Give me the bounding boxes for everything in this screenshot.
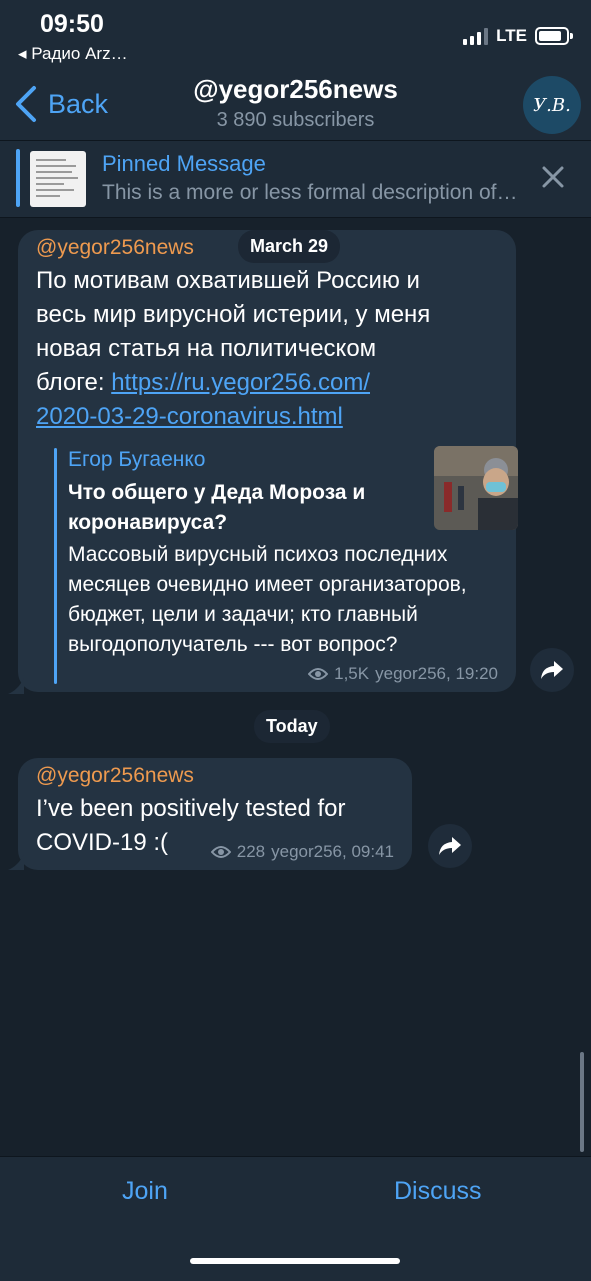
message-signature: yegor256, 09:41 — [271, 842, 394, 861]
message-signature: yegor256, 19:20 — [375, 664, 498, 683]
channel-avatar[interactable]: У.В. — [523, 76, 581, 134]
pinned-thumbnail — [30, 151, 86, 207]
date-separator: Today — [254, 710, 330, 743]
pinned-title: Pinned Message — [102, 151, 266, 176]
message-bubble[interactable]: @yegor256news По мотивам охватившей Росс… — [18, 230, 518, 692]
message-list[interactable]: @yegor256news По мотивам охватившей Росс… — [0, 218, 591, 1156]
view-count: 228 — [236, 842, 266, 861]
preview-site-name: Егор Бугаенко — [68, 448, 206, 471]
share-forward-icon — [541, 661, 563, 679]
message-meta: 1,5K yegor256, 19:20 — [308, 664, 498, 684]
preview-accent-bar — [54, 448, 57, 684]
link-preview[interactable]: Егор Бугаенко Что общего у Деда Мороза и… — [54, 446, 518, 684]
message-text-line: I’ve been positively tested for — [36, 795, 346, 822]
status-time: 09:50 — [40, 10, 104, 38]
bubble-tail — [8, 854, 24, 870]
battery-icon — [535, 27, 573, 45]
close-icon[interactable] — [539, 163, 567, 191]
join-button[interactable]: Join — [122, 1177, 168, 1206]
date-separator: March 29 — [238, 230, 341, 263]
top-bar: 09:50 ◂ Радио Arz… LTE Back @yegor256new… — [0, 0, 591, 141]
preview-title: Что общего у Деда Мороза и коронавируса? — [68, 481, 366, 534]
message-text-line: блоге: — [36, 369, 112, 396]
preview-image — [434, 446, 518, 530]
article-link[interactable]: https://ru.yegor256.com/ — [111, 369, 370, 396]
pinned-message[interactable]: Pinned Message This is a more or less fo… — [0, 141, 591, 218]
pinned-accent-bar — [16, 149, 20, 207]
message-author: @yegor256news — [36, 236, 194, 259]
eye-icon — [308, 668, 329, 680]
network-label: LTE — [496, 26, 527, 45]
signal-icon — [463, 27, 489, 45]
view-count: 1,5K — [334, 664, 370, 683]
article-link[interactable]: 2020-03-29-coronavirus.html — [36, 403, 343, 430]
message-text-line: новая статья на политическом — [36, 335, 377, 362]
message-text-line: По мотивам охватившей Россию и — [36, 267, 420, 294]
discuss-button[interactable]: Discuss — [394, 1177, 482, 1206]
bubble-tail — [8, 678, 24, 694]
status-indicators: LTE — [463, 26, 573, 46]
channel-header[interactable]: @yegor256news 3 890 subscribers — [0, 74, 591, 132]
message-bubble[interactable]: @yegor256news I’ve been positively teste… — [18, 758, 412, 870]
scrollbar[interactable] — [580, 1052, 584, 1152]
pinned-text: This is a more or less formal descriptio… — [102, 181, 522, 204]
message-text-line: весь мир вирусной истерии, у меня — [36, 301, 431, 328]
eye-icon — [210, 846, 231, 858]
preview-description: Массовый вирусный психоз последних месяц… — [68, 543, 467, 656]
status-back-app[interactable]: ◂ Радио Arz… — [18, 44, 128, 64]
forward-button[interactable] — [428, 824, 472, 868]
channel-title: @yegor256news — [193, 74, 398, 104]
home-indicator[interactable] — [190, 1258, 400, 1264]
share-forward-icon — [439, 837, 461, 855]
message-meta: 228 yegor256, 09:41 — [210, 842, 394, 862]
message-text: По мотивам охватившей Россию и весь мир … — [36, 264, 506, 434]
subscriber-count: 3 890 subscribers — [216, 109, 375, 131]
forward-button[interactable] — [530, 648, 574, 692]
message-author: @yegor256news — [36, 764, 194, 787]
